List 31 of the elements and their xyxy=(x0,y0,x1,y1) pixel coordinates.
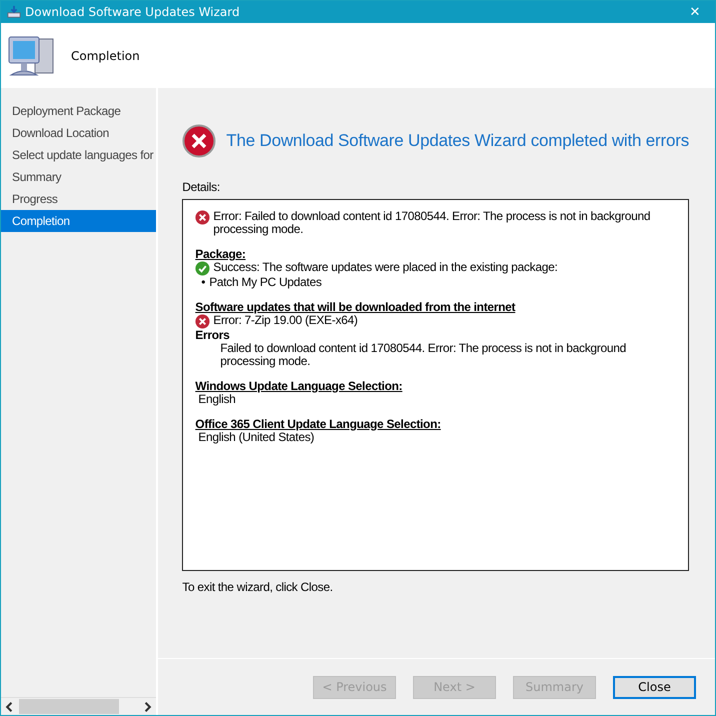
checkmark-icon xyxy=(195,261,210,276)
computer-download-icon xyxy=(7,5,21,19)
error-icon xyxy=(182,124,216,158)
error-detail: Failed to download content id 17080544. Error: The process is not in background processing mode. xyxy=(219,342,627,368)
horizontal-scrollbar[interactable] xyxy=(1,697,156,715)
language-value: English xyxy=(197,393,237,406)
wizard-button[interactable]: Close xyxy=(613,676,696,698)
sidebar-item[interactable]: Progress xyxy=(1,188,156,210)
success-message: Success: The software updates were placed in the existing package: xyxy=(213,261,558,274)
result-heading: The Download Software Updates Wizard completed with errors xyxy=(226,131,689,151)
window-title: Download Software Updates Wizard xyxy=(25,5,241,19)
section-heading: Windows Update Language Selection: xyxy=(195,380,404,393)
package-item: Patch My PC Updates xyxy=(209,275,322,289)
section-heading: Software updates that will be downloaded from the internet xyxy=(195,301,516,314)
details-label: Details: xyxy=(182,180,221,194)
error-message: Error: Failed to download content id 17080544. Error: The process is not in background processing mode. xyxy=(213,210,652,236)
error-icon xyxy=(195,314,210,329)
sidebar-item[interactable]: Deployment Package xyxy=(1,100,156,122)
error-icon xyxy=(195,210,210,225)
errors-label: Errors xyxy=(195,329,230,342)
exit-hint: To exit the wizard, click Close. xyxy=(182,580,334,594)
error-message: Error: 7-Zip 19.00 (EXE-x64) xyxy=(213,314,358,327)
sidebar-item[interactable]: Download Location xyxy=(1,122,156,144)
sidebar-item[interactable]: Completion xyxy=(1,210,156,232)
page-title: Completion xyxy=(71,48,140,62)
sidebar-item[interactable]: Select update languages for xyxy=(1,144,156,166)
section-heading: Package: xyxy=(195,248,247,261)
section-heading: Office 365 Client Update Language Selection: xyxy=(195,418,442,431)
language-value: English (United States) xyxy=(197,431,314,444)
sidebar-item[interactable]: Summary xyxy=(1,166,156,188)
bullet-marker: • xyxy=(201,275,206,289)
